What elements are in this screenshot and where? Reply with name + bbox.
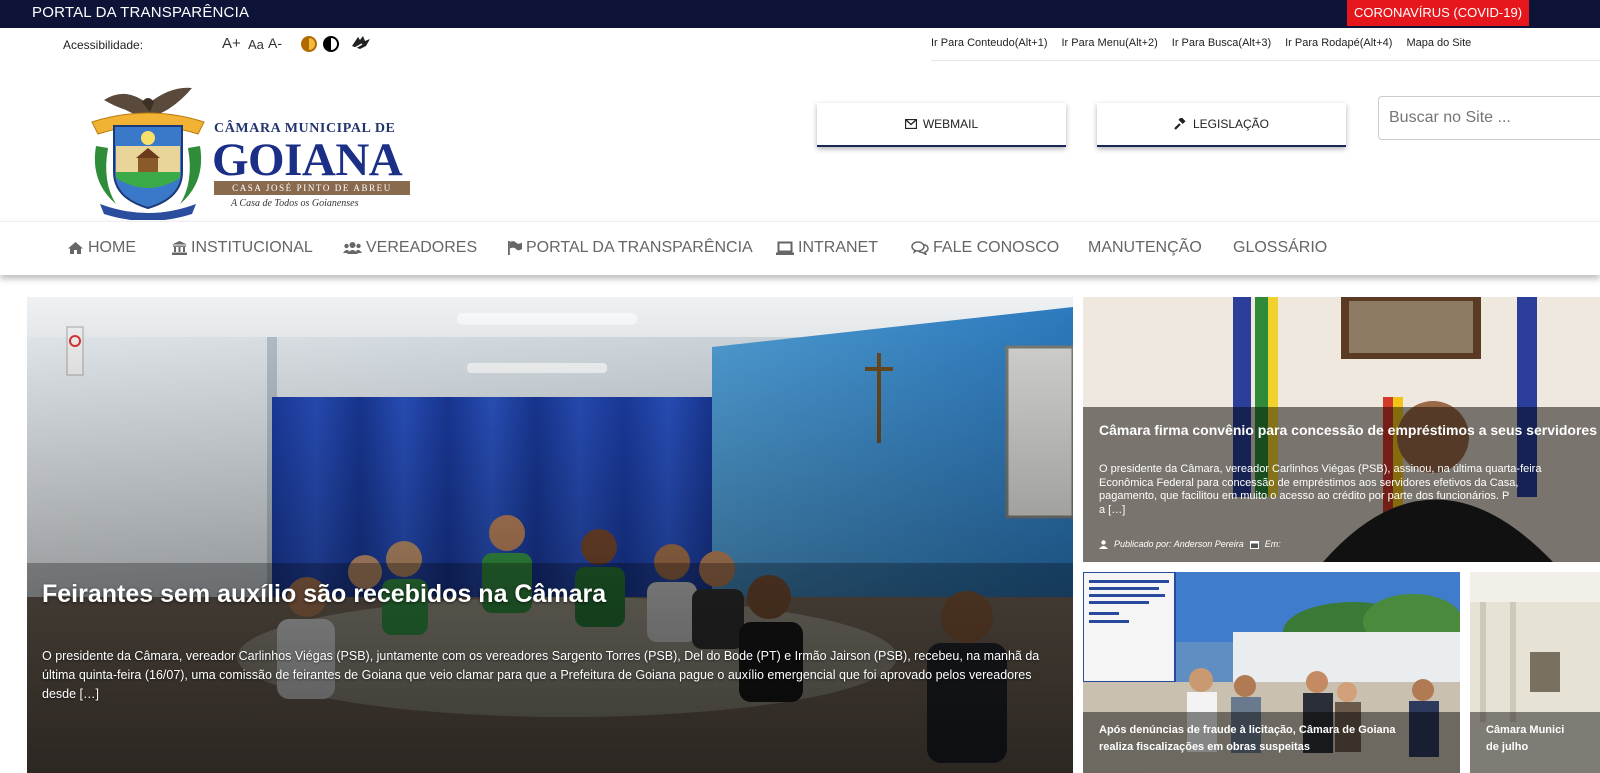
title-line: realiza fiscalizações em obras suspeitas	[1099, 741, 1310, 753]
logo-line-4: A Casa de Todos os Goianenses	[231, 198, 359, 209]
featured-post[interactable]: Feirantes sem auxílio são recebidos na C…	[27, 297, 1073, 773]
font-decrease-button[interactable]: A-	[268, 35, 282, 51]
excerpt-line: O presidente da Câmara, vereador Carlinh…	[1099, 463, 1542, 475]
covid-button[interactable]: CORONAVÍRUS (COVID-19)	[1347, 0, 1529, 26]
top-bar: PORTAL DA TRANSPARÊNCIA CORONAVÍRUS (COV…	[0, 0, 1600, 28]
comments-icon	[911, 241, 929, 255]
nav-item-vereadores[interactable]: VEREADORES	[343, 239, 477, 257]
side-post-top-meta: Publicado por: Anderson Pereira Em:	[1099, 539, 1281, 549]
side-post-top-title[interactable]: Câmara firma convênio para concessão de …	[1099, 422, 1597, 438]
side-post-bottom-right[interactable]: Câmara Munici de julho	[1470, 572, 1600, 773]
home-icon	[67, 241, 84, 255]
nav-item-intranet[interactable]: INTRANET	[776, 239, 878, 257]
main-nav: HOME INSTITUCIONAL VEREADORES PORTAL DA …	[0, 221, 1600, 275]
nav-item-home[interactable]: HOME	[67, 239, 136, 257]
skip-to-footer-link[interactable]: Ir Para Rodapé(Alt+4)	[1285, 37, 1392, 49]
side-post-bottom-left[interactable]: Após denúncias de fraude à licitação, Câ…	[1083, 572, 1460, 773]
title-line: de julho	[1486, 741, 1529, 753]
logo-line-2: GOIANA	[212, 134, 403, 186]
nav-item-label: PORTAL DA TRANSPARÊNCIA	[526, 239, 753, 256]
skip-links: Ir Para Conteudo(Alt+1) Ir Para Menu(Alt…	[931, 37, 1471, 49]
accessibility-label: Acessibilidade:	[63, 38, 144, 52]
excerpt-line: a […]	[1099, 503, 1126, 516]
nav-item-label: GLOSSÁRIO	[1233, 239, 1328, 256]
laptop-icon	[776, 241, 794, 255]
post-author: Publicado por: Anderson Pereira	[1114, 539, 1244, 549]
portal-transparencia-link[interactable]: PORTAL DA TRANSPARÊNCIA	[32, 4, 249, 21]
webmail-label: WEBMAIL	[922, 117, 979, 131]
accessibility-bar: Acessibilidade: A+ Aa A- Ir Para Conteud…	[0, 28, 1600, 58]
site-logo[interactable]: CÂMARA MUNICIPAL DE GOIANA CASA JOSÉ PIN…	[86, 86, 416, 220]
side-post-bottom-left-title[interactable]: Após denúncias de fraude à licitação, Câ…	[1099, 722, 1395, 756]
excerpt-line: pagamento, que facilitou em muito o aces…	[1099, 490, 1510, 502]
skip-to-menu-link[interactable]: Ir Para Menu(Alt+2)	[1061, 37, 1157, 49]
site-map-link[interactable]: Mapa do Site	[1406, 37, 1471, 49]
nav-item-portal-transparencia[interactable]: PORTAL DA TRANSPARÊNCIA	[508, 239, 753, 257]
legislacao-button[interactable]: LEGISLAÇÃO	[1097, 103, 1346, 147]
contrast-icon[interactable]	[301, 36, 317, 52]
logo-line-3: CASA JOSÉ PINTO DE ABREU	[214, 181, 410, 195]
nav-item-label: INSTITUCIONAL	[191, 239, 313, 256]
user-icon	[1099, 539, 1108, 549]
divider	[931, 60, 1600, 61]
legislacao-label: LEGISLAÇÃO	[1192, 117, 1270, 131]
side-post-top-excerpt: O presidente da Câmara, vereador Carlinh…	[1099, 463, 1541, 517]
nav-item-manutencao[interactable]: MANUTENÇÃO	[1088, 239, 1202, 257]
nav-item-label: VEREADORES	[366, 239, 478, 256]
flag-icon	[508, 241, 522, 255]
nav-item-label: FALE CONOSCO	[933, 239, 1060, 256]
title-line: Após denúncias de fraude à licitação, Câ…	[1099, 724, 1396, 736]
title-line: Câmara Munici	[1486, 724, 1565, 736]
nav-item-institucional[interactable]: INSTITUCIONAL	[172, 239, 313, 257]
featured-post-excerpt: O presidente da Câmara, vereador Carlinh…	[42, 649, 1040, 701]
font-increase-button[interactable]: A+	[222, 35, 241, 52]
institution-icon	[172, 241, 187, 255]
users-icon	[343, 241, 362, 255]
nav-item-label: HOME	[88, 239, 136, 256]
font-reset-button[interactable]: Aa	[248, 37, 264, 52]
search-input[interactable]	[1378, 96, 1600, 140]
excerpt-line: Econômica Federal para concessão de empr…	[1099, 476, 1519, 489]
webmail-button[interactable]: WEBMAIL	[817, 103, 1066, 147]
nav-item-label: INTRANET	[798, 239, 878, 256]
coat-of-arms-icon	[91, 87, 205, 220]
side-post-top[interactable]: Câmara firma convênio para concessão de …	[1083, 297, 1600, 562]
featured-post-title[interactable]: Feirantes sem auxílio são recebidos na C…	[42, 580, 606, 609]
envelope-icon	[904, 119, 917, 129]
nav-item-label: MANUTENÇÃO	[1088, 239, 1202, 256]
post-date: Em:	[1264, 539, 1281, 549]
sign-language-icon[interactable]	[350, 34, 372, 52]
nav-item-glossario[interactable]: GLOSSÁRIO	[1233, 239, 1327, 257]
side-post-bottom-right-title[interactable]: Câmara Munici de julho	[1486, 722, 1564, 756]
nav-item-fale-conosco[interactable]: FALE CONOSCO	[911, 239, 1059, 257]
gavel-icon	[1174, 117, 1187, 131]
skip-to-content-link[interactable]: Ir Para Conteudo(Alt+1)	[931, 37, 1047, 49]
skip-to-search-link[interactable]: Ir Para Busca(Alt+3)	[1172, 37, 1271, 49]
calendar-icon	[1249, 540, 1259, 549]
high-contrast-icon[interactable]	[323, 36, 339, 52]
